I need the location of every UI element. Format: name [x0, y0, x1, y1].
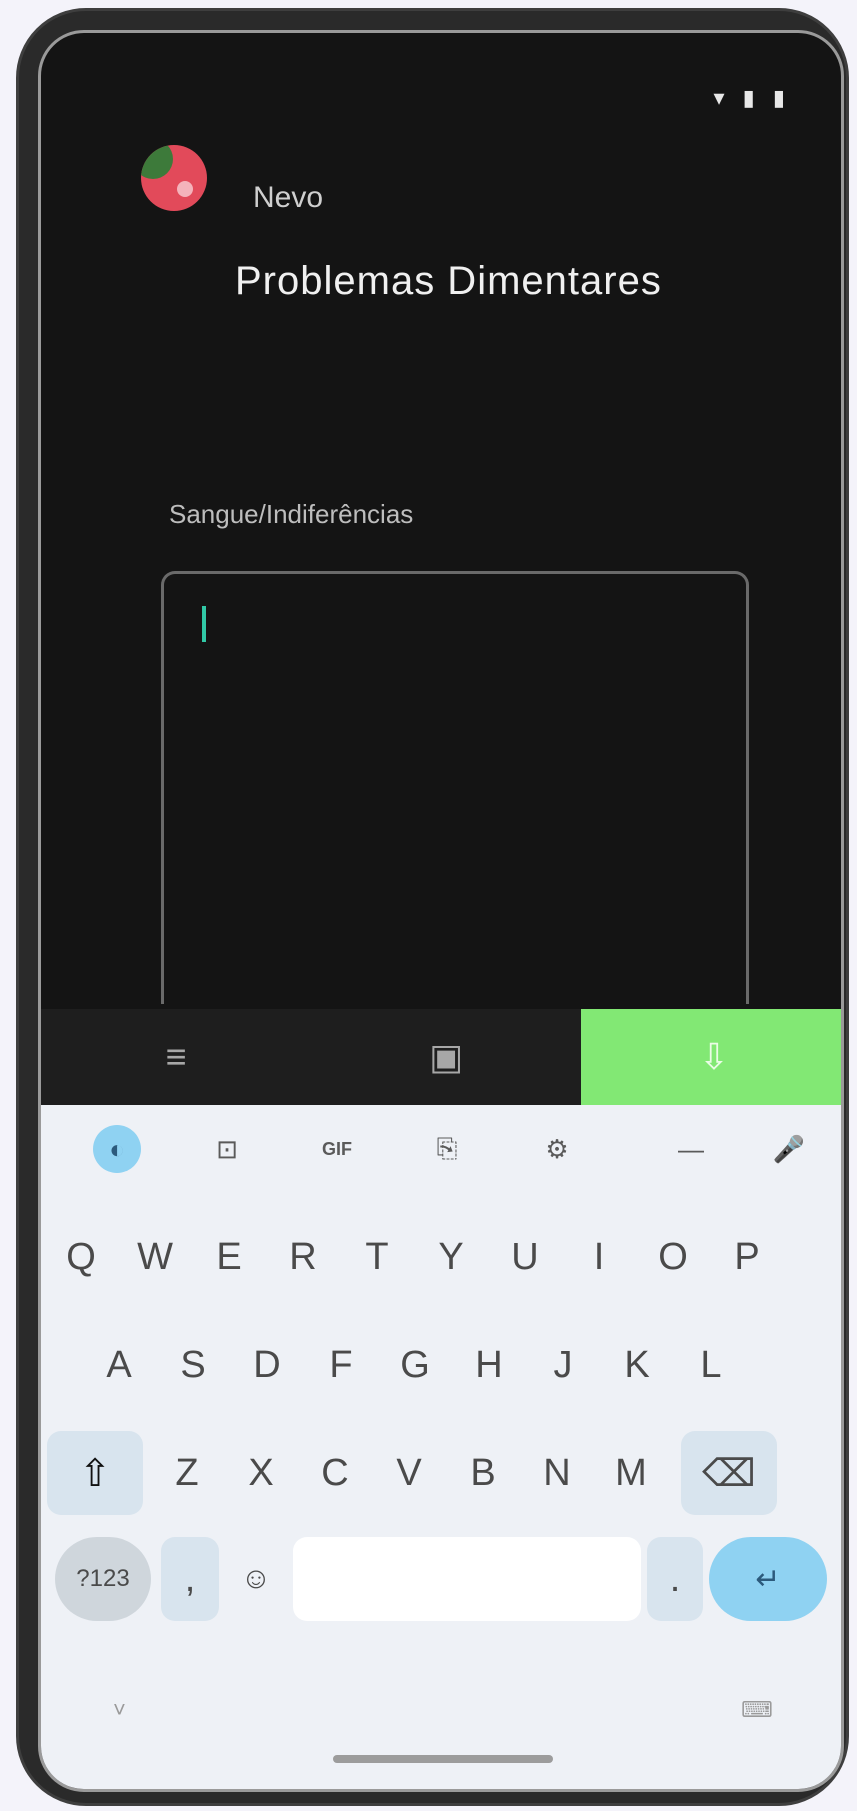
key-n[interactable]: N [523, 1431, 591, 1515]
shift-key[interactable]: ⇧ [47, 1431, 143, 1515]
key-m[interactable]: M [597, 1431, 665, 1515]
keyboard-menu-icon[interactable]: ◐ [93, 1125, 141, 1173]
key-x[interactable]: X [227, 1431, 295, 1515]
home-indicator[interactable] [333, 1755, 553, 1763]
key-u[interactable]: U [491, 1215, 559, 1299]
key-q[interactable]: Q [47, 1215, 115, 1299]
key-l[interactable]: L [677, 1323, 745, 1407]
enter-key[interactable]: ↵ [709, 1537, 827, 1621]
symbols-key[interactable]: ?123 [55, 1537, 151, 1621]
signal-icon: ▾ [713, 85, 731, 110]
space-bar[interactable] [293, 1537, 641, 1621]
key-e[interactable]: E [195, 1215, 263, 1299]
download-button[interactable]: ⇩ [581, 1009, 841, 1105]
backspace-key[interactable]: ⌫ [681, 1431, 777, 1515]
keyboard: ◐ ⊡ GIF ⎘ ⚙ — 🎤 Q W E R T Y U I O P A S … [41, 1105, 841, 1789]
key-y[interactable]: Y [417, 1215, 485, 1299]
wifi-icon: ▮ [742, 85, 761, 110]
sticker-icon[interactable]: ⊡ [203, 1125, 251, 1173]
key-f[interactable]: F [307, 1323, 375, 1407]
emoji-key[interactable]: ☺ [225, 1537, 287, 1621]
key-d[interactable]: D [233, 1323, 301, 1407]
field-label: Sangue/Indiferências [169, 499, 414, 529]
key-w[interactable]: W [121, 1215, 189, 1299]
menu-button[interactable]: ≡ [41, 1009, 311, 1105]
gif-icon[interactable]: GIF [313, 1125, 361, 1173]
keyboard-suggestion-row: ◐ ⊡ GIF ⎘ ⚙ — 🎤 [41, 1105, 841, 1195]
key-o[interactable]: O [639, 1215, 707, 1299]
period-key[interactable]: . [647, 1537, 703, 1621]
phone-screen: ▾ ▮ ▮ Nevo Problemas Dimentares Sangue/I… [38, 30, 844, 1792]
keyboard-switch-button[interactable]: ⌨ [741, 1697, 773, 1723]
clipboard-button[interactable]: ▣ [311, 1009, 581, 1105]
key-j[interactable]: J [529, 1323, 597, 1407]
app-name: Nevo [253, 181, 324, 214]
settings-icon[interactable]: ⚙ [533, 1125, 581, 1173]
comma-key[interactable]: , [161, 1537, 219, 1621]
key-h[interactable]: H [455, 1323, 523, 1407]
key-b[interactable]: B [449, 1431, 517, 1515]
key-a[interactable]: A [85, 1323, 153, 1407]
key-v[interactable]: V [375, 1431, 443, 1515]
key-z[interactable]: Z [153, 1431, 221, 1515]
microphone-icon[interactable]: 🎤 [765, 1125, 813, 1173]
more-icon[interactable]: — [667, 1125, 715, 1173]
key-p[interactable]: P [713, 1215, 781, 1299]
key-r[interactable]: R [269, 1215, 337, 1299]
key-k[interactable]: K [603, 1323, 671, 1407]
key-c[interactable]: C [301, 1431, 369, 1515]
key-i[interactable]: I [565, 1215, 633, 1299]
key-g[interactable]: G [381, 1323, 449, 1407]
app-logo-icon [141, 145, 207, 211]
keyboard-toolbar: ≡ ▣ ⇩ [41, 1009, 841, 1105]
text-caret [202, 606, 206, 642]
page-title: Problemas Dimentares [235, 259, 662, 303]
hide-keyboard-button[interactable]: ˅ [113, 1697, 126, 1723]
key-s[interactable]: S [159, 1323, 227, 1407]
notes-text-area[interactable] [161, 571, 749, 1004]
key-t[interactable]: T [343, 1215, 411, 1299]
battery-icon: ▮ [772, 85, 791, 110]
clipboard-icon[interactable]: ⎘ [423, 1125, 471, 1173]
status-icons: ▾ ▮ ▮ [713, 85, 791, 111]
